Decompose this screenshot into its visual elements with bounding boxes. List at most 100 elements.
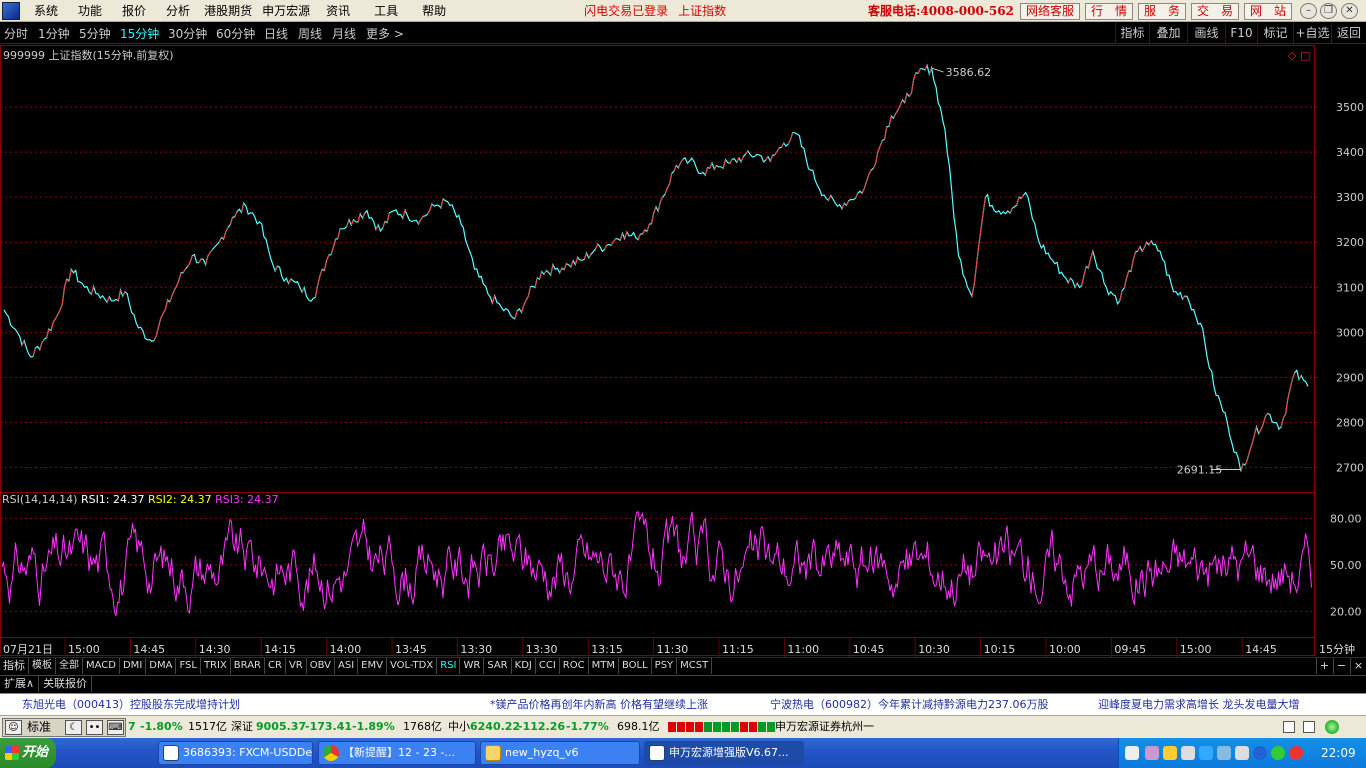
- security-icon[interactable]: [1199, 746, 1213, 760]
- menu-quote[interactable]: 报价: [112, 0, 156, 22]
- qq-icon[interactable]: [1235, 746, 1249, 760]
- indicator-tab-macd[interactable]: MACD: [83, 658, 120, 674]
- standard-label[interactable]: 标准: [27, 719, 51, 736]
- chart-area[interactable]: 2700 2800 2900 3000 3100 3200 3300 3400 3500 3586…: [0, 45, 1366, 659]
- indicator-tab-trix[interactable]: TRIX: [201, 658, 231, 674]
- menu-tools[interactable]: 工具: [360, 0, 412, 22]
- news-item[interactable]: 东旭光电（000413）控股股东完成增持计划: [22, 694, 240, 715]
- menu-hk-futures[interactable]: 港股期货: [200, 0, 256, 22]
- quote-icon[interactable]: ••: [86, 720, 103, 735]
- start-button[interactable]: 开始: [0, 738, 56, 768]
- menu-system[interactable]: 系统: [24, 0, 68, 22]
- task-label[interactable]: 申万宏源增强版V6.67...: [669, 746, 789, 759]
- indicator-tab-全部[interactable]: 全部: [56, 658, 83, 674]
- news-ticker[interactable]: 东旭光电（000413）控股股东完成增持计划 *镁产品价格再创年内新高 价格有望…: [0, 693, 1366, 715]
- period-15min[interactable]: 15分钟: [120, 25, 159, 42]
- tool-indicator[interactable]: 指标: [1115, 23, 1149, 43]
- period-week[interactable]: 周线: [298, 25, 322, 42]
- period-60min[interactable]: 60分钟: [216, 25, 255, 42]
- service-button[interactable]: 服 务: [1138, 3, 1186, 20]
- moon-icon[interactable]: ☾: [65, 720, 82, 735]
- indicator-tab-roc[interactable]: ROC: [560, 658, 589, 674]
- tool-icon[interactable]: [1163, 746, 1177, 760]
- indicator-tab-emv[interactable]: EMV: [358, 658, 387, 674]
- smile-icon[interactable]: ☺: [5, 720, 22, 735]
- tool-back[interactable]: 返回: [1331, 23, 1366, 43]
- task-label[interactable]: 【新提醒】12 - 23 -...: [343, 746, 455, 759]
- indicator-tab-wr[interactable]: WR: [460, 658, 485, 674]
- menu-analysis[interactable]: 分析: [156, 0, 200, 22]
- zoom-out-button[interactable]: −: [1333, 658, 1349, 674]
- tool-add-watchlist[interactable]: +自选: [1293, 23, 1331, 43]
- period-more[interactable]: 更多 >: [366, 25, 404, 42]
- indicator-tab-dmi[interactable]: DMI: [120, 658, 147, 674]
- indicator-tab-brar[interactable]: BRAR: [231, 658, 265, 674]
- network-icon[interactable]: [1145, 746, 1159, 760]
- price-chart[interactable]: 2700 2800 2900 3000 3100 3200 3300 3400 3500 3586…: [0, 45, 1366, 657]
- green-orb-icon[interactable]: [1325, 720, 1339, 734]
- trade-button[interactable]: 交 易: [1191, 3, 1239, 20]
- checkbox-icon[interactable]: [1303, 721, 1315, 733]
- period-30min[interactable]: 30分钟: [168, 25, 207, 42]
- task-swhy[interactable]: 申万宏源增强版V6.67...: [644, 741, 804, 765]
- menu-swhy[interactable]: 申万宏源: [256, 0, 316, 22]
- menu-function[interactable]: 功能: [68, 0, 112, 22]
- market-button[interactable]: 行 情: [1085, 3, 1133, 20]
- expand-tab[interactable]: 扩展∧: [0, 676, 40, 692]
- window-icon[interactable]: [1283, 721, 1295, 733]
- news-item[interactable]: 迎峰度夏电力需求高增长 龙头发电量大增: [1098, 694, 1300, 715]
- layout-switch[interactable]: ☺ 标准 ☾ •• ⌨: [2, 718, 126, 737]
- indicator-tab-sar[interactable]: SAR: [484, 658, 512, 674]
- speaker-icon[interactable]: [1181, 746, 1195, 760]
- indicator-tab-模板[interactable]: 模板: [29, 658, 56, 674]
- tool-mark[interactable]: 标记: [1257, 23, 1293, 43]
- website-button[interactable]: 网 站: [1244, 3, 1292, 20]
- menu-news[interactable]: 资讯: [316, 0, 360, 22]
- close-panel-button[interactable]: ×: [1350, 658, 1366, 674]
- tool-draw[interactable]: 画线: [1187, 23, 1225, 43]
- period-day[interactable]: 日线: [264, 25, 288, 42]
- indicator-tab-dma[interactable]: DMA: [146, 658, 177, 674]
- indicator-tab-vol-tdx[interactable]: VOL-TDX: [387, 658, 438, 674]
- minimize-icon[interactable]: –: [1300, 3, 1317, 19]
- tool-f10[interactable]: F10: [1225, 23, 1257, 43]
- indicator-tab-psy[interactable]: PSY: [652, 658, 678, 674]
- task-label[interactable]: new_hyzq_v6: [505, 746, 578, 759]
- period-1min[interactable]: 1分钟: [38, 25, 70, 42]
- task-fxcm[interactable]: 3686393: FXCM-USDDe...: [158, 741, 313, 765]
- close-icon[interactable]: ✕: [1341, 3, 1358, 19]
- start-label[interactable]: 开始: [22, 745, 48, 760]
- antivirus-icon[interactable]: [1289, 746, 1303, 760]
- indicator-tab-asi[interactable]: ASI: [335, 658, 359, 674]
- indicator-tab-rsi[interactable]: RSI: [437, 658, 461, 674]
- related-quote-tab[interactable]: 关联报价: [39, 676, 93, 692]
- menu-help[interactable]: 帮助: [412, 0, 456, 22]
- indicator-tab-指标[interactable]: 指标: [0, 658, 29, 674]
- indicator-tab-kdj[interactable]: KDJ: [512, 658, 536, 674]
- indicator-tab-cci[interactable]: CCI: [536, 658, 560, 674]
- online-service-button[interactable]: 网络客服: [1020, 3, 1080, 20]
- tool-overlay[interactable]: 叠加: [1149, 23, 1187, 43]
- keyboard-icon[interactable]: ⌨: [107, 720, 124, 735]
- flash-trade-status[interactable]: 闪电交易已登录: [584, 2, 668, 19]
- task-browser[interactable]: 【新提醒】12 - 23 -...: [318, 741, 476, 765]
- indicator-tab-mcst[interactable]: MCST: [677, 658, 713, 674]
- period-tick[interactable]: 分时: [4, 25, 28, 42]
- indicator-tab-cr[interactable]: CR: [265, 658, 286, 674]
- indicator-tab-fsl[interactable]: FSL: [176, 658, 201, 674]
- indicator-tab-obv[interactable]: OBV: [307, 658, 335, 674]
- sync-icon[interactable]: [1217, 746, 1231, 760]
- period-month[interactable]: 月线: [332, 25, 356, 42]
- shield-icon[interactable]: [1271, 746, 1285, 760]
- ime-icon[interactable]: [1125, 746, 1139, 760]
- task-label[interactable]: 3686393: FXCM-USDDe...: [183, 746, 312, 759]
- zoom-in-button[interactable]: +: [1316, 658, 1332, 674]
- task-folder[interactable]: new_hyzq_v6: [480, 741, 640, 765]
- period-5min[interactable]: 5分钟: [79, 25, 111, 42]
- indicator-tab-vr[interactable]: VR: [286, 658, 307, 674]
- indicator-tab-boll[interactable]: BOLL: [619, 658, 652, 674]
- bluetooth-icon[interactable]: [1253, 746, 1267, 760]
- restore-icon[interactable]: ❐: [1320, 3, 1337, 19]
- news-item[interactable]: 宁波热电（600982）今年累计减持黔源电力237.06万股: [770, 694, 1048, 715]
- indicator-tab-mtm[interactable]: MTM: [589, 658, 619, 674]
